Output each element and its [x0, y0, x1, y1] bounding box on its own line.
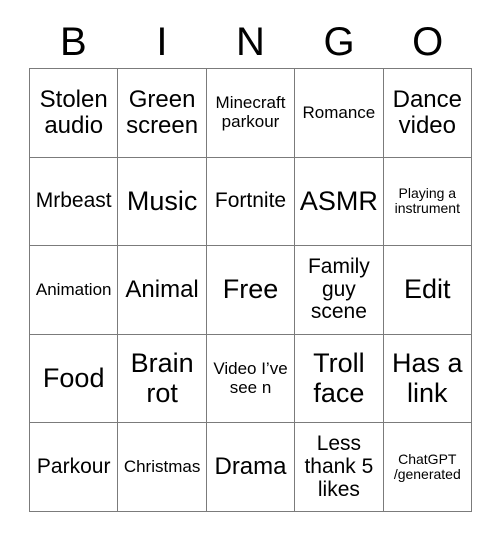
- bingo-cell-label: Less thank 5 likes: [304, 432, 374, 501]
- bingo-cell[interactable]: Fortnite: [206, 157, 296, 247]
- bingo-cell[interactable]: Less thank 5 likes: [295, 423, 384, 512]
- bingo-grid: Stolen audio Green screen Minecraft park…: [29, 68, 472, 512]
- bingo-cell-label: ASMR: [299, 185, 378, 216]
- bingo-cell[interactable]: Playing a instrument: [383, 157, 472, 247]
- bingo-cell[interactable]: Mrbeast: [30, 157, 119, 247]
- bingo-cell[interactable]: Dance video: [383, 69, 472, 158]
- header-letter-i: I: [156, 20, 168, 64]
- bingo-cell[interactable]: Brain rot: [118, 334, 207, 424]
- bingo-cell-label: Edit: [404, 274, 451, 305]
- bingo-cell[interactable]: Minecraft parkour: [206, 69, 296, 158]
- bingo-cell-label: Animal: [125, 276, 199, 304]
- bingo-cell-label: Stolen audio: [39, 85, 108, 139]
- bingo-cell[interactable]: Animal: [118, 246, 207, 335]
- bingo-cell-label: Brain rot: [130, 348, 194, 408]
- bingo-cell[interactable]: Christmas: [118, 423, 207, 512]
- bingo-cell[interactable]: Animation: [30, 246, 119, 335]
- bingo-cell[interactable]: Video I’ve see n: [206, 334, 296, 424]
- bingo-cell[interactable]: ChatGPT /generated: [383, 423, 472, 512]
- bingo-cell[interactable]: ASMR: [295, 157, 384, 247]
- bingo-cell-label: Green screen: [126, 85, 199, 139]
- bingo-cell[interactable]: Edit: [383, 246, 472, 335]
- bingo-cell[interactable]: Troll face: [295, 334, 384, 424]
- bingo-cell-label: Fortnite: [214, 189, 287, 213]
- header-letter-n: N: [236, 20, 265, 64]
- bingo-card: B I N G O Stolen audio Green screen Mine…: [0, 0, 500, 544]
- bingo-cell-label: Parkour: [36, 454, 111, 478]
- bingo-cell-label: Drama: [214, 453, 287, 481]
- bingo-cell-label: Video I’ve see n: [213, 359, 288, 397]
- header-letter-b: B: [59, 20, 87, 64]
- bingo-cell[interactable]: Parkour: [30, 423, 119, 512]
- header-letter-g: G: [323, 20, 355, 64]
- bingo-header: B I N G O: [29, 16, 472, 68]
- bingo-cell-label: Dance video: [392, 85, 462, 139]
- bingo-cell-label: Food: [42, 363, 105, 394]
- bingo-cell-label: Minecraft parkour: [215, 93, 286, 131]
- bingo-cell-label: ChatGPT /generated: [393, 451, 461, 483]
- bingo-cell-label: Troll face: [313, 348, 365, 408]
- bingo-cell-label: Mrbeast: [35, 189, 112, 213]
- bingo-cell-free[interactable]: Free: [206, 246, 296, 335]
- bingo-cell[interactable]: Romance: [295, 69, 384, 158]
- bingo-cell-label: Has a link: [392, 348, 463, 408]
- bingo-cell[interactable]: Has a link: [383, 334, 472, 424]
- bingo-cell[interactable]: Music: [118, 157, 207, 247]
- bingo-cell-label: Free: [222, 274, 279, 305]
- bingo-cell-label: Romance: [302, 102, 376, 122]
- bingo-cell-label: Playing a instrument: [394, 185, 460, 217]
- bingo-cell[interactable]: Family guy scene: [295, 246, 384, 335]
- bingo-cell[interactable]: Drama: [206, 423, 296, 512]
- bingo-cell-label: Animation: [35, 279, 112, 299]
- bingo-cell[interactable]: Food: [30, 334, 119, 424]
- header-letter-o: O: [412, 20, 444, 64]
- bingo-cell[interactable]: Stolen audio: [30, 69, 119, 158]
- bingo-cell-label: Music: [126, 185, 198, 216]
- bingo-cell-label: Family guy scene: [307, 254, 370, 324]
- bingo-cell[interactable]: Green screen: [118, 69, 207, 158]
- bingo-cell-label: Christmas: [123, 457, 201, 476]
